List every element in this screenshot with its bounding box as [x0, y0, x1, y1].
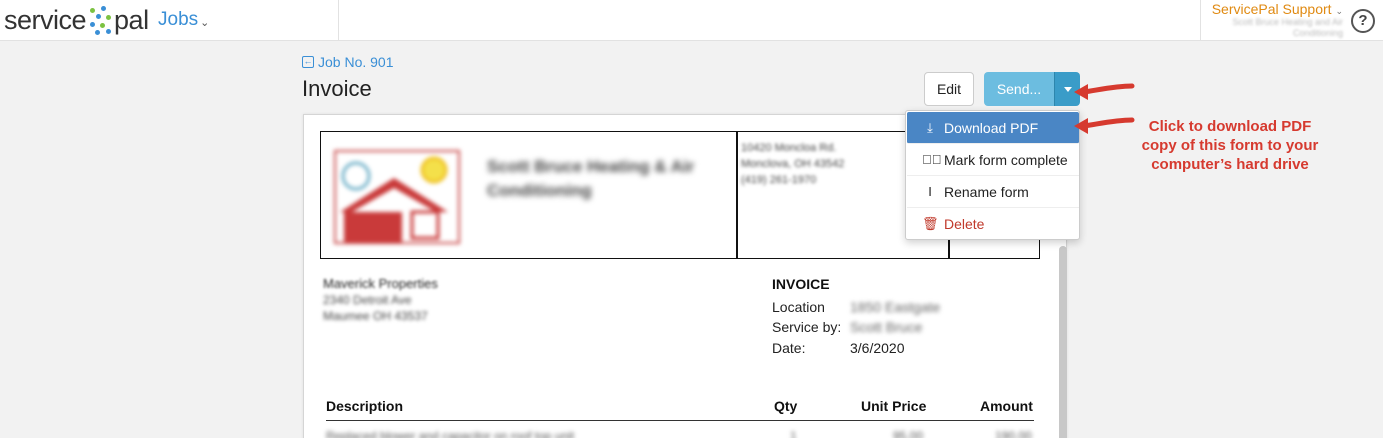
- annotation-arrow-icon: [1074, 83, 1135, 100]
- menu-item-delete[interactable]: 🗑 Delete: [907, 208, 1079, 240]
- annotation-line: Click to download PDF: [1148, 118, 1312, 135]
- annotation-line: computer’s hard drive: [1151, 156, 1309, 173]
- menu-item-mark-complete[interactable]: ✓⃝ Mark form complete: [907, 144, 1079, 176]
- column-header-amount: Amount: [980, 398, 1033, 414]
- annotation-callout: Click to download PDF copy of this form …: [1110, 117, 1350, 174]
- top-bar: service pal Jobs ⌄ ServicePal Support ⌄ …: [0, 0, 1383, 41]
- company-address: 10420 Moncloa Rd. Monclova, OH 43542 (41…: [741, 140, 844, 188]
- user-company: Scott Bruce Heating and Air Conditioning: [1232, 17, 1343, 38]
- column-header-qty: Qty: [774, 398, 798, 414]
- location-row: Location 1850 Eastgate: [772, 299, 940, 315]
- text-cursor-icon: I: [928, 184, 932, 199]
- table-header-rule: [326, 420, 1034, 421]
- customer-address-line: 2340 Detroit Ave: [323, 293, 412, 307]
- line-item-unit-price: 95.00: [893, 429, 924, 438]
- annotation-line: copy of this form to your: [1141, 137, 1319, 154]
- topbar-divider: [1200, 0, 1201, 41]
- invoice-doc-title: INVOICE: [772, 276, 830, 292]
- menu-item-rename-form[interactable]: I Rename form: [907, 176, 1079, 208]
- back-link-label: Job No. 901: [318, 54, 394, 70]
- date-label: Date:: [772, 340, 806, 356]
- send-button[interactable]: Send...: [984, 72, 1054, 106]
- company-logo: [334, 150, 460, 244]
- bill-to-block: Maverick Properties 2340 Detroit Ave Mau…: [323, 276, 438, 324]
- service-by-value: Scott Bruce: [850, 319, 923, 335]
- user-menu[interactable]: ServicePal Support ⌄ Scott Bruce Heating…: [1205, 1, 1343, 39]
- menu-item-download-pdf[interactable]: ⤓ Download PDF: [907, 112, 1079, 144]
- service-by-label: Service by:: [772, 319, 842, 335]
- download-icon: ⤓: [927, 119, 933, 135]
- service-by-row: Service by: Scott Bruce: [772, 319, 922, 335]
- line-item-description: Replaced blower and capacitor on roof to…: [326, 429, 575, 438]
- send-options-menu: ⤓ Download PDF ✓⃝ Mark form complete I R…: [905, 110, 1080, 240]
- company-address-line: (419) 261-1970: [741, 174, 817, 186]
- customer-name: Maverick Properties: [323, 276, 438, 291]
- line-item-qty: 1: [790, 429, 797, 438]
- location-label: Location: [772, 299, 825, 315]
- menu-item-label: Rename form: [944, 183, 1029, 200]
- logo-dots-icon: [87, 3, 113, 37]
- topbar-divider: [338, 0, 339, 41]
- chevron-down-icon: ⌄: [200, 16, 210, 29]
- company-address-line: 10420 Moncloa Rd.: [741, 142, 837, 154]
- menu-item-label: Download PDF: [944, 119, 1039, 136]
- date-row: Date: 3/6/2020: [772, 340, 905, 356]
- table-divider: [736, 131, 738, 259]
- date-value: 3/6/2020: [850, 340, 905, 356]
- location-value: 1850 Eastgate: [850, 299, 941, 315]
- customer-address-line: Maumee OH 43537: [323, 309, 428, 323]
- scrollbar[interactable]: [1059, 246, 1067, 438]
- back-arrow-icon: ←: [302, 56, 314, 68]
- app-logo[interactable]: service pal: [4, 3, 149, 37]
- check-circle-icon: ✓⃝: [922, 152, 942, 167]
- company-name: Scott Bruce Heating & Air Conditioning: [487, 157, 695, 200]
- help-icon[interactable]: ?: [1351, 9, 1375, 33]
- logo-text-service: service: [4, 4, 87, 35]
- user-name-label: ServicePal Support: [1211, 1, 1332, 17]
- section-menu[interactable]: Jobs ⌄: [158, 9, 209, 31]
- back-to-job-link[interactable]: ← Job No. 901: [302, 54, 394, 70]
- user-name: ServicePal Support ⌄: [1205, 1, 1343, 17]
- menu-item-label: Delete: [944, 216, 985, 232]
- line-item-amount: 190.00: [995, 429, 1032, 438]
- company-address-line: Monclova, OH 43542: [741, 158, 845, 170]
- edit-button[interactable]: Edit: [924, 72, 974, 106]
- column-header-unit-price: Unit Price: [861, 398, 927, 414]
- trash-icon: 🗑: [922, 216, 939, 231]
- chevron-down-icon: ⌄: [1335, 6, 1343, 16]
- page-title: Invoice: [302, 76, 372, 101]
- menu-item-label: Mark form complete: [944, 151, 1068, 168]
- logo-text-pal: pal: [114, 4, 149, 35]
- column-header-description: Description: [326, 398, 404, 414]
- section-menu-label: Jobs: [158, 9, 199, 30]
